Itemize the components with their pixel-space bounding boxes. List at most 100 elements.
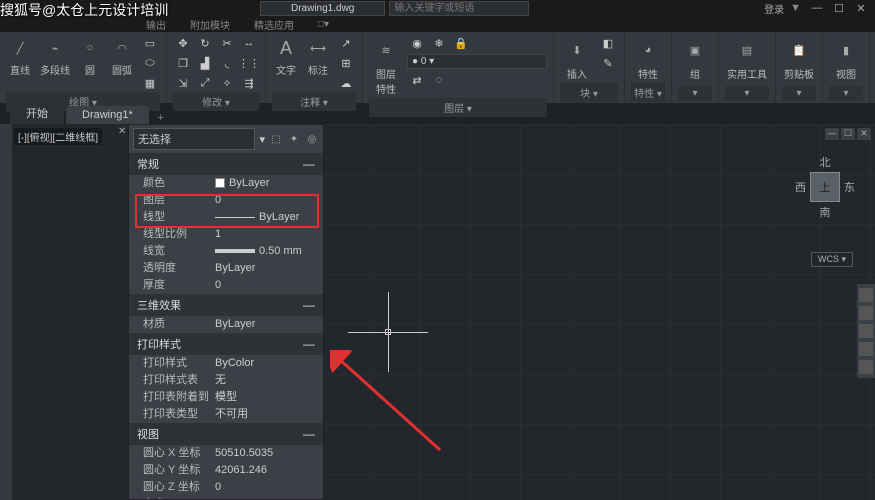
login-link[interactable]: 登录 [764, 1, 784, 16]
props-row[interactable]: 高度5398.3651 [129, 496, 323, 499]
group-label[interactable]: 图层 ▾ [369, 98, 547, 117]
props-row[interactable]: 圆心 X 坐标50510.5035 [129, 445, 323, 462]
props-row[interactable]: 打印样式表无 [129, 372, 323, 389]
layer-freeze-button[interactable]: ❄ [429, 34, 449, 52]
props-section-header[interactable]: 打印样式— [129, 333, 323, 355]
dimension-button[interactable]: ⟷标注 [304, 34, 332, 79]
arc-button[interactable]: ◠圆弧 [108, 34, 136, 79]
explode-button[interactable]: ✧ [217, 74, 237, 92]
tab-add-button[interactable]: + [151, 112, 171, 124]
stretch-button[interactable]: ⇲ [173, 74, 193, 92]
pick-add-button[interactable]: ✦ [287, 132, 301, 146]
document-title: Drawing1.dwg [260, 1, 385, 16]
props-section-header[interactable]: 三维效果— [129, 294, 323, 316]
drawing-canvas[interactable]: — ☐ ✕ [320, 124, 875, 500]
props-row[interactable]: 线型比例1 [129, 226, 323, 243]
ribbon-group-clipboard: 📋剪贴板 ▾ [776, 32, 823, 103]
wcs-label[interactable]: WCS ▾ [811, 252, 853, 267]
util-button[interactable]: ▤实用工具 [725, 34, 769, 83]
ellipse-button[interactable]: ⬭ [140, 54, 160, 72]
nav-zoom-button[interactable] [859, 324, 873, 338]
dropdown-icon[interactable]: ▾ [259, 133, 265, 146]
viewcube-west[interactable]: 西 [795, 179, 806, 195]
minimize-button[interactable]: — [807, 1, 827, 15]
viewport-restore[interactable]: ☐ [841, 128, 855, 140]
fillet-button[interactable]: ◟ [217, 54, 237, 72]
props-row[interactable]: 圆心 Y 坐标42061.246 [129, 462, 323, 479]
quick-select-button[interactable]: ⬚ [269, 132, 283, 146]
viewcube-north[interactable]: 北 [820, 154, 831, 170]
layer-lock-button[interactable]: 🔒 [451, 34, 471, 52]
move-button[interactable]: ✥ [173, 34, 193, 52]
props-row[interactable]: 圆心 Z 坐标0 [129, 479, 323, 496]
dropdown-icon[interactable]: ▼ [790, 2, 801, 14]
group-button[interactable]: ▣组 [678, 34, 712, 83]
array-button[interactable]: ⋮⋮ [239, 54, 259, 72]
scale-button[interactable]: ⤢ [195, 74, 215, 92]
insert-button[interactable]: ⬇插入 [560, 34, 594, 83]
layer-props-button[interactable]: ≋图层 特性 [369, 34, 403, 98]
selection-combo[interactable]: 无选择 [133, 128, 255, 150]
block-edit-button[interactable]: ✎ [598, 54, 618, 72]
group-label[interactable]: 修改 ▾ [173, 92, 259, 111]
block-create-button[interactable]: ◧ [598, 34, 618, 52]
props-row[interactable]: 打印表类型不可用 [129, 406, 323, 423]
props-row[interactable]: 打印表附着到模型 [129, 389, 323, 406]
viewcube[interactable]: 北 西 上 东 南 [795, 154, 855, 234]
text-button[interactable]: A文字 [272, 34, 300, 79]
props-row[interactable]: 打印样式ByColor [129, 355, 323, 372]
nav-orbit-button[interactable] [859, 342, 873, 356]
toggle-pickbox-button[interactable]: ◎ [305, 132, 319, 146]
viewcube-east[interactable]: 东 [844, 179, 855, 195]
nav-wheel-button[interactable] [859, 288, 873, 302]
clipboard-button[interactable]: 📋剪贴板 [782, 34, 816, 83]
menu-tab[interactable]: 精选应用 [248, 15, 300, 34]
props-row[interactable]: 厚度0 [129, 277, 323, 294]
view-button[interactable]: ▮视图 [829, 34, 863, 83]
hatch-button[interactable]: ▦ [140, 74, 160, 92]
layer-off-button[interactable]: ◌ [429, 71, 449, 89]
search-input[interactable] [389, 1, 529, 16]
group-label[interactable]: 注释 ▾ [272, 92, 356, 111]
cloud-button[interactable]: ☁ [336, 74, 356, 92]
nav-showmotion-button[interactable] [859, 360, 873, 374]
rotate-button[interactable]: ↻ [195, 34, 215, 52]
maximize-button[interactable]: ☐ [829, 1, 849, 15]
polyline-button[interactable]: ⌁多段线 [38, 34, 72, 79]
mirror-button[interactable]: ▟ [195, 54, 215, 72]
close-button[interactable]: ✕ [851, 1, 871, 15]
rect-button[interactable]: ▭ [140, 34, 160, 52]
offset-button[interactable]: ⇶ [239, 74, 259, 92]
layer-combo[interactable]: ● 0 ▾ [407, 54, 547, 69]
menu-tab-dropdown[interactable]: □▾ [312, 17, 335, 32]
menu-tab[interactable]: 附加模块 [184, 15, 236, 34]
leader-button[interactable]: ↗ [336, 34, 356, 52]
tab-drawing[interactable]: Drawing1* [66, 106, 149, 124]
props-button[interactable]: ◕特性 [631, 34, 665, 83]
line-button[interactable]: ╱直线 [6, 34, 34, 79]
viewport-label[interactable]: [-][俯视][二维线框] [14, 128, 102, 145]
layer-match-button[interactable]: ⇄ [407, 71, 427, 89]
viewport-minimize[interactable]: — [825, 128, 839, 140]
tab-start[interactable]: 开始 [10, 102, 64, 124]
group-label[interactable]: 块 ▾ [560, 83, 618, 102]
group-label[interactable]: 特性 ▾ [631, 83, 665, 102]
circle-button[interactable]: ○圆 [76, 34, 104, 79]
table-button[interactable]: ⊞ [336, 54, 356, 72]
viewcube-south[interactable]: 南 [820, 204, 831, 220]
panel-close-button[interactable]: ✕ [118, 126, 126, 137]
extend-button[interactable]: ↔ [239, 34, 259, 52]
trim-button[interactable]: ✂ [217, 34, 237, 52]
viewcube-top[interactable]: 上 [810, 172, 840, 202]
props-row[interactable]: 透明度ByLayer [129, 260, 323, 277]
viewport-close[interactable]: ✕ [857, 128, 871, 140]
props-row[interactable]: 材质ByLayer [129, 316, 323, 333]
props-section-header[interactable]: 视图— [129, 423, 323, 445]
nav-pan-button[interactable] [859, 306, 873, 320]
props-section-header[interactable]: 常规— [129, 153, 323, 175]
layer-iso-button[interactable]: ◉ [407, 34, 427, 52]
copy-button[interactable]: ❐ [173, 54, 193, 72]
group-icon: ▣ [680, 36, 710, 64]
props-row[interactable]: 线宽0.50 mm [129, 243, 323, 260]
props-row[interactable]: 颜色ByLayer [129, 175, 323, 192]
